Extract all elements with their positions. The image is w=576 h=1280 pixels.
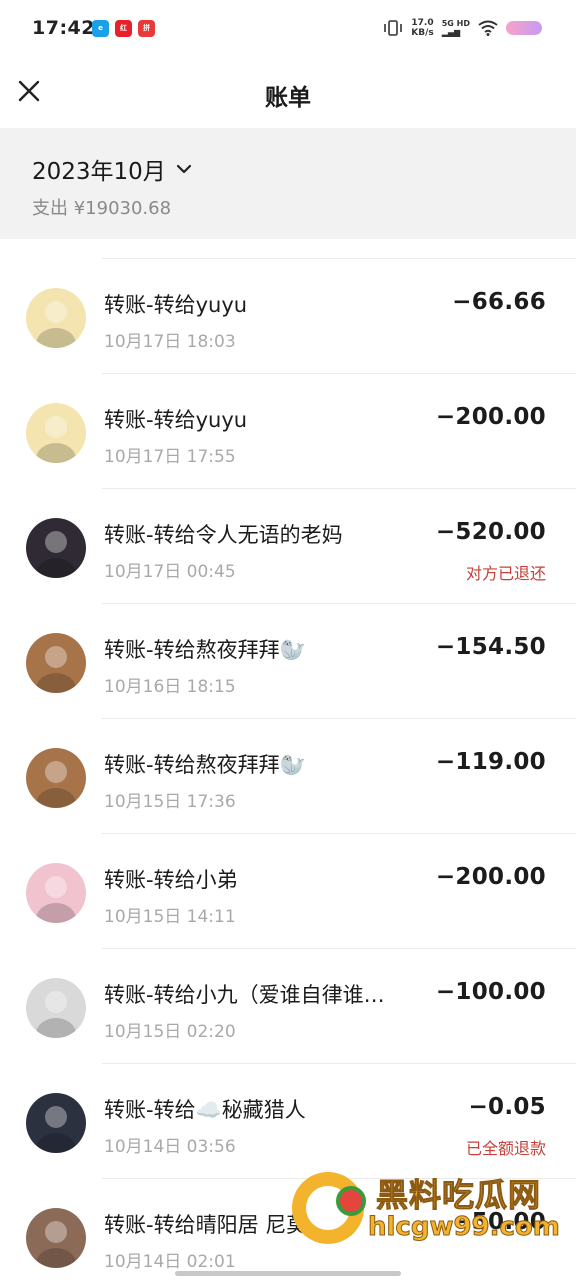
transaction-row[interactable]: 转账-转给yuyu 10月17日 18:03 −66.66 [0, 259, 576, 374]
transaction-amount: −0.05 [468, 1094, 546, 1120]
transaction-time: 10月15日 14:11 [104, 907, 236, 927]
transaction-amount: −200.00 [435, 404, 546, 430]
transaction-row[interactable]: 转账-转给熬夜拜拜🦭 10月15日 17:36 −119.00 [0, 719, 576, 834]
transaction-time: 10月14日 03:56 [104, 1137, 236, 1157]
transaction-time: 10月15日 02:20 [104, 1022, 236, 1042]
watermark-url: hlcgw99.com [368, 1212, 561, 1243]
refund-status: 已全额退款 [465, 1139, 546, 1158]
transaction-amount: −520.00 [435, 519, 546, 545]
battery-icon [506, 21, 542, 35]
transaction-row[interactable]: 转账-转给熬夜拜拜🦭 10月16日 18:15 −154.50 [0, 604, 576, 719]
avatar [26, 1093, 86, 1153]
transaction-title: 转账-转给小弟 [104, 868, 238, 892]
transaction-amount: −100.00 [435, 979, 546, 1005]
notification-icons: e 红 拼 [92, 20, 155, 37]
app-notification-icon: e [92, 20, 109, 37]
transaction-time: 10月16日 18:15 [104, 677, 236, 697]
transaction-time: 10月17日 18:03 [104, 332, 236, 352]
transaction-row[interactable]: 转账-转给小九（爱谁自律谁… 10月15日 02:20 −100.00 [0, 949, 576, 1064]
app-notification-icon: 拼 [138, 20, 155, 37]
app-notification-icon: 红 [115, 20, 132, 37]
avatar [26, 748, 86, 808]
avatar [26, 403, 86, 463]
expense-total: 支出 ¥19030.68 [32, 198, 172, 219]
avatar [26, 288, 86, 348]
transaction-time: 10月14日 02:01 [104, 1252, 236, 1272]
transaction-title: 转账-转给yuyu [104, 408, 248, 432]
transaction-time: 10月15日 17:36 [104, 792, 236, 812]
transaction-title: 转账-转给☁️秘藏猎人 [104, 1098, 306, 1122]
transaction-row[interactable]: 转账-转给令人无语的老妈 10月17日 00:45 −520.00 对方已退还 [0, 489, 576, 604]
watermark-text: 黑料吃瓜网 [375, 1176, 542, 1215]
status-indicators: 17.0 KB/s 5G HD ▂▄▆ [383, 18, 542, 38]
transaction-amount: −154.50 [435, 634, 546, 660]
month-summary: 2023年10月 支出 ¥19030.68 [0, 128, 576, 239]
transaction-time: 10月17日 17:55 [104, 447, 236, 467]
transaction-title: 转账-转给yuyu [104, 293, 248, 317]
avatar [26, 863, 86, 923]
network-speed: 17.0 KB/s [411, 18, 434, 38]
transaction-row[interactable]: 转账-转给小弟 10月15日 14:11 −200.00 [0, 834, 576, 949]
watermark: 黑料吃瓜网 hlcgw99.com [292, 1166, 576, 1250]
home-indicator[interactable] [175, 1271, 401, 1276]
watermelon-icon [336, 1186, 366, 1216]
refund-status: 对方已退还 [465, 564, 546, 583]
transaction-title: 转账-转给令人无语的老妈 [104, 523, 343, 547]
avatar [26, 1208, 86, 1268]
month-selector[interactable]: 2023年10月 [32, 152, 192, 186]
chevron-down-icon [176, 164, 191, 174]
transaction-amount: −119.00 [435, 749, 546, 775]
avatar [26, 518, 86, 578]
transaction-time: 10月17日 00:45 [104, 562, 236, 582]
vibrate-icon [384, 20, 403, 36]
signal-icon: 5G HD ▂▄▆ [441, 19, 470, 37]
status-bar: 17:42 e 红 拼 17.0 KB/s 5G HD ▂▄▆ [0, 0, 576, 60]
transaction-row[interactable]: 转账-转给yuyu 10月17日 17:55 −200.00 [0, 374, 576, 489]
nav-bar: 账单 [0, 60, 576, 128]
page-title: 账单 [265, 85, 311, 111]
avatar [26, 978, 86, 1038]
avatar [26, 633, 86, 693]
transaction-title: 转账-转给熬夜拜拜🦭 [104, 638, 306, 662]
wifi-icon [478, 20, 498, 36]
transaction-row[interactable]: 转账-转给☁️秘藏猎人 10月14日 03:56 −0.05 已全额退款 [0, 1064, 576, 1179]
status-time: 17:42 [32, 17, 95, 39]
transaction-amount: −66.66 [452, 289, 546, 315]
transaction-title: 转账-转给小九（爱谁自律谁… [104, 983, 385, 1007]
transaction-amount: −200.00 [435, 864, 546, 890]
transaction-title: 转账-转给熬夜拜拜🦭 [104, 753, 306, 777]
month-label: 2023年10月 [32, 159, 166, 185]
